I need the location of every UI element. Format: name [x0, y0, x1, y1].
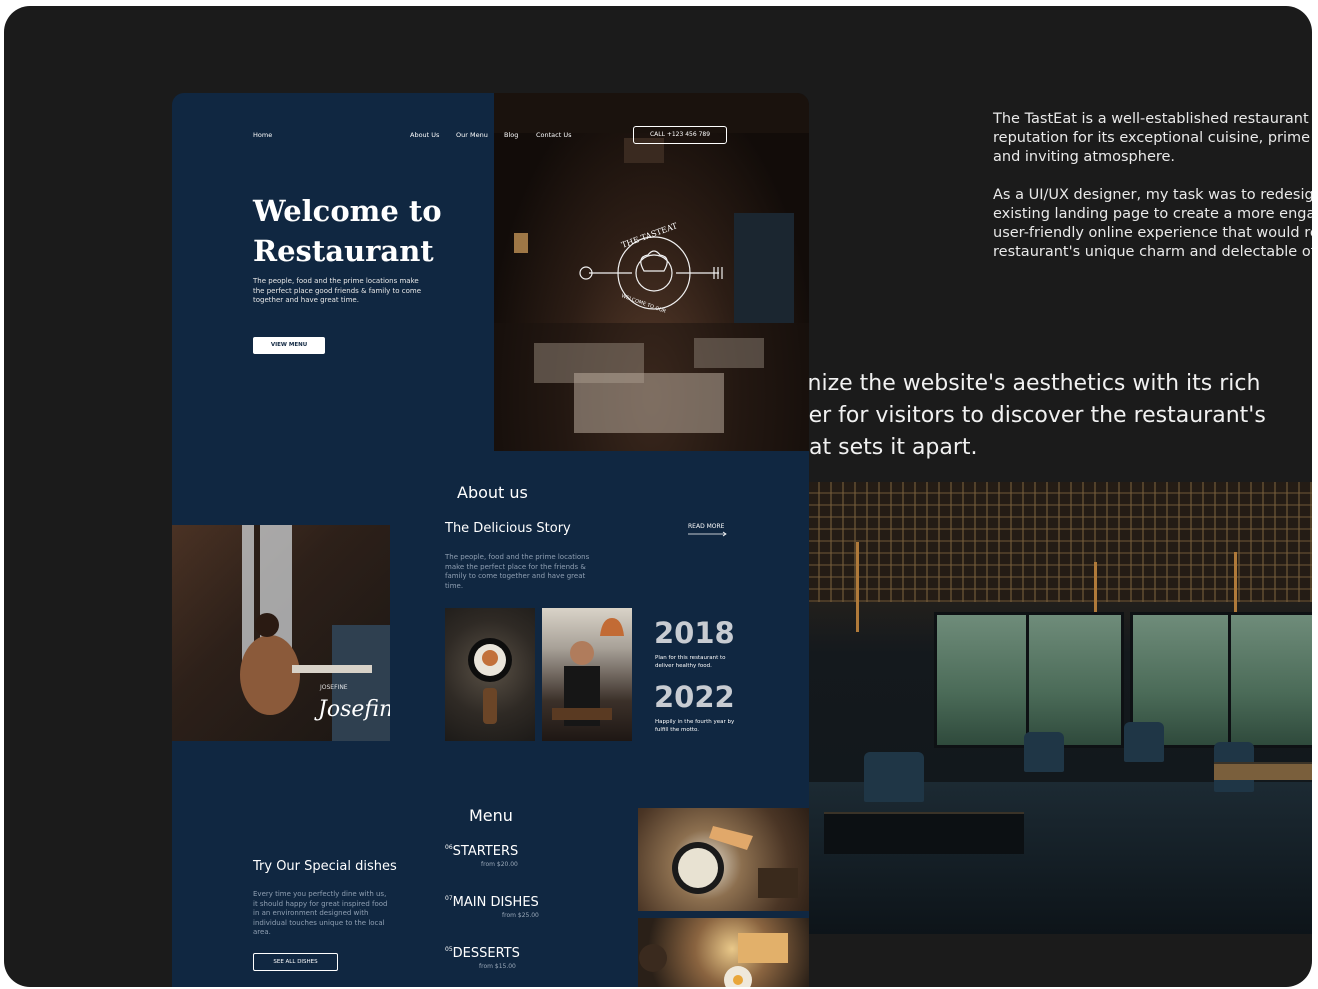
hero-subtitle: The people, food and the prime locations… [253, 277, 422, 304]
see-all-dishes-button[interactable]: SEE ALL DISHES [253, 953, 338, 971]
signature: Josefine [318, 697, 390, 722]
main-dishes-image [638, 918, 809, 987]
main-dishes-photo-detail [639, 933, 788, 987]
milestone-caption: Happily in the fourth year by fulfill th… [655, 719, 735, 733]
nav-menu[interactable]: Our Menu [456, 131, 488, 139]
hero-photo-detail [494, 93, 809, 451]
landing-page-mockup: THE TASTEAT WELCOME TO OUR Home About Us… [172, 93, 809, 987]
table [1214, 762, 1312, 780]
milestone-caption: Plan for this restaurant to deliver heal… [655, 655, 726, 669]
arrow-right-icon [688, 531, 727, 537]
menu-item-main-dishes[interactable]: 07MAIN DISHES [445, 895, 539, 910]
window [1026, 612, 1124, 748]
hero-title: Welcome to Restaurant [253, 194, 442, 268]
milestone-year: 2022 [654, 680, 735, 714]
read-more-link[interactable]: READ MORE [688, 523, 728, 537]
floor [794, 782, 1312, 934]
menu-item-desserts[interactable]: 05DESSERTS [445, 946, 520, 961]
nav-home[interactable]: Home [253, 131, 272, 139]
nav-blog[interactable]: Blog [504, 131, 518, 139]
nav-about[interactable]: About Us [410, 131, 439, 139]
starters-photo-detail [672, 826, 798, 898]
armchair [1024, 732, 1064, 772]
story-text: The people, food and the prime locations… [445, 553, 590, 590]
menu-price: from $20.00 [481, 861, 518, 868]
chef-image [542, 608, 632, 741]
story-title: The Delicious Story [445, 521, 571, 536]
case-study-paragraph-1: The TastEat is a well-established restau… [993, 111, 1312, 165]
dish-photo-detail [468, 638, 512, 724]
special-dishes-text: Every time you perfectly dine with us, i… [253, 890, 388, 936]
menu-heading: Menu [469, 806, 513, 825]
window [934, 612, 1030, 748]
signature-label: JOSEFINE [320, 684, 348, 691]
about-image: JOSEFINE Josefine [172, 525, 390, 741]
window [1228, 612, 1312, 748]
case-study-paragraph-2: As a UI/UX designer, my task was to rede… [993, 187, 1312, 260]
presentation-frame: The TastEat is a well-established restau… [4, 6, 1312, 987]
armchair [1124, 722, 1164, 762]
menu-price: from $25.00 [502, 912, 539, 919]
nav-contact[interactable]: Contact Us [536, 131, 572, 139]
about-heading: About us [457, 483, 528, 502]
hero-image: THE TASTEAT WELCOME TO OUR [494, 93, 809, 451]
case-study-text: The TastEat is a well-established restau… [993, 110, 1312, 281]
milestone-year: 2018 [654, 616, 735, 650]
dish-image [445, 608, 535, 741]
special-dishes-title: Try Our Special dishes [253, 859, 397, 874]
view-menu-button[interactable]: VIEW MENU [253, 337, 325, 354]
pendant-lamp [856, 542, 859, 632]
starters-image [638, 808, 809, 911]
restaurant-interior-image [794, 482, 1312, 934]
menu-item-starters[interactable]: 06STARTERS [445, 844, 518, 859]
menu-price: from $15.00 [479, 963, 516, 970]
case-study-large-text: rmonize the website's aesthetics with it… [764, 371, 1266, 460]
chef-photo-detail [552, 618, 624, 726]
call-button[interactable]: CALL +123 456 789 [633, 126, 727, 144]
bar-table [824, 812, 1024, 854]
armchair [864, 752, 924, 802]
